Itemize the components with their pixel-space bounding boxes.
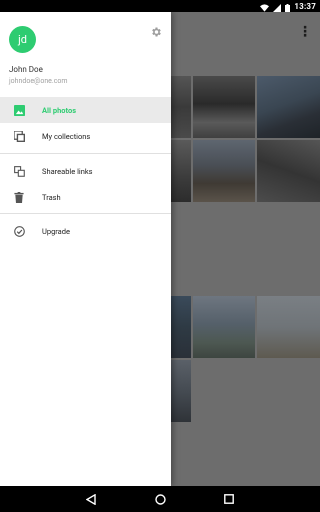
signal-icon bbox=[273, 0, 282, 16]
photo-thumbnail[interactable] bbox=[257, 76, 320, 138]
photo-thumbnail[interactable] bbox=[193, 140, 255, 202]
menu-item-trash[interactable]: Trash bbox=[0, 184, 171, 210]
home-icon[interactable] bbox=[153, 492, 167, 506]
user-name: John Doe bbox=[9, 65, 43, 74]
status-bar: 13:37 bbox=[0, 0, 320, 12]
collections-icon bbox=[13, 130, 25, 142]
menu-item-my-collections[interactable]: My collections bbox=[0, 123, 171, 149]
photo-thumbnail[interactable] bbox=[193, 296, 255, 358]
status-time: 13:37 bbox=[294, 1, 316, 11]
divider bbox=[0, 153, 171, 154]
recents-icon[interactable] bbox=[222, 492, 236, 506]
user-email: johndoe@one.com bbox=[9, 77, 68, 85]
system-navigation-bar bbox=[0, 486, 320, 512]
menu-item-label: Shareable links bbox=[42, 166, 93, 176]
wifi-icon bbox=[260, 0, 270, 16]
photo-thumbnail[interactable] bbox=[171, 360, 191, 422]
copy-link-icon bbox=[13, 165, 25, 177]
photo-thumbnail[interactable] bbox=[193, 76, 255, 138]
photo-thumbnail[interactable] bbox=[171, 76, 191, 138]
photo-thumbnail[interactable] bbox=[257, 296, 320, 358]
navigation-drawer: jd John Doe johndoe@one.com All photos M… bbox=[0, 12, 171, 486]
trash-icon bbox=[13, 191, 25, 203]
menu-item-upgrade[interactable]: Upgrade bbox=[0, 218, 171, 244]
photo-thumbnail[interactable] bbox=[171, 296, 191, 358]
battery-icon bbox=[285, 0, 291, 16]
check-circle-icon bbox=[13, 225, 25, 237]
menu-item-label: Upgrade bbox=[42, 226, 70, 236]
back-icon[interactable] bbox=[84, 492, 98, 506]
app-toolbar: ⋮ bbox=[171, 12, 320, 52]
overflow-menu-icon[interactable]: ⋮ bbox=[298, 24, 312, 40]
settings-gear-icon[interactable] bbox=[149, 26, 163, 40]
avatar[interactable]: jd bbox=[9, 26, 36, 53]
menu-item-label: My collections bbox=[42, 131, 91, 141]
menu-item-label: Trash bbox=[42, 192, 61, 202]
photo-thumbnail[interactable] bbox=[257, 140, 320, 202]
menu-item-shareable-links[interactable]: Shareable links bbox=[0, 158, 171, 184]
photo-icon bbox=[13, 104, 25, 116]
photo-thumbnail[interactable] bbox=[171, 140, 191, 202]
menu-item-all-photos[interactable]: All photos bbox=[0, 97, 171, 123]
menu-item-label: All photos bbox=[42, 105, 77, 115]
divider bbox=[0, 213, 171, 214]
